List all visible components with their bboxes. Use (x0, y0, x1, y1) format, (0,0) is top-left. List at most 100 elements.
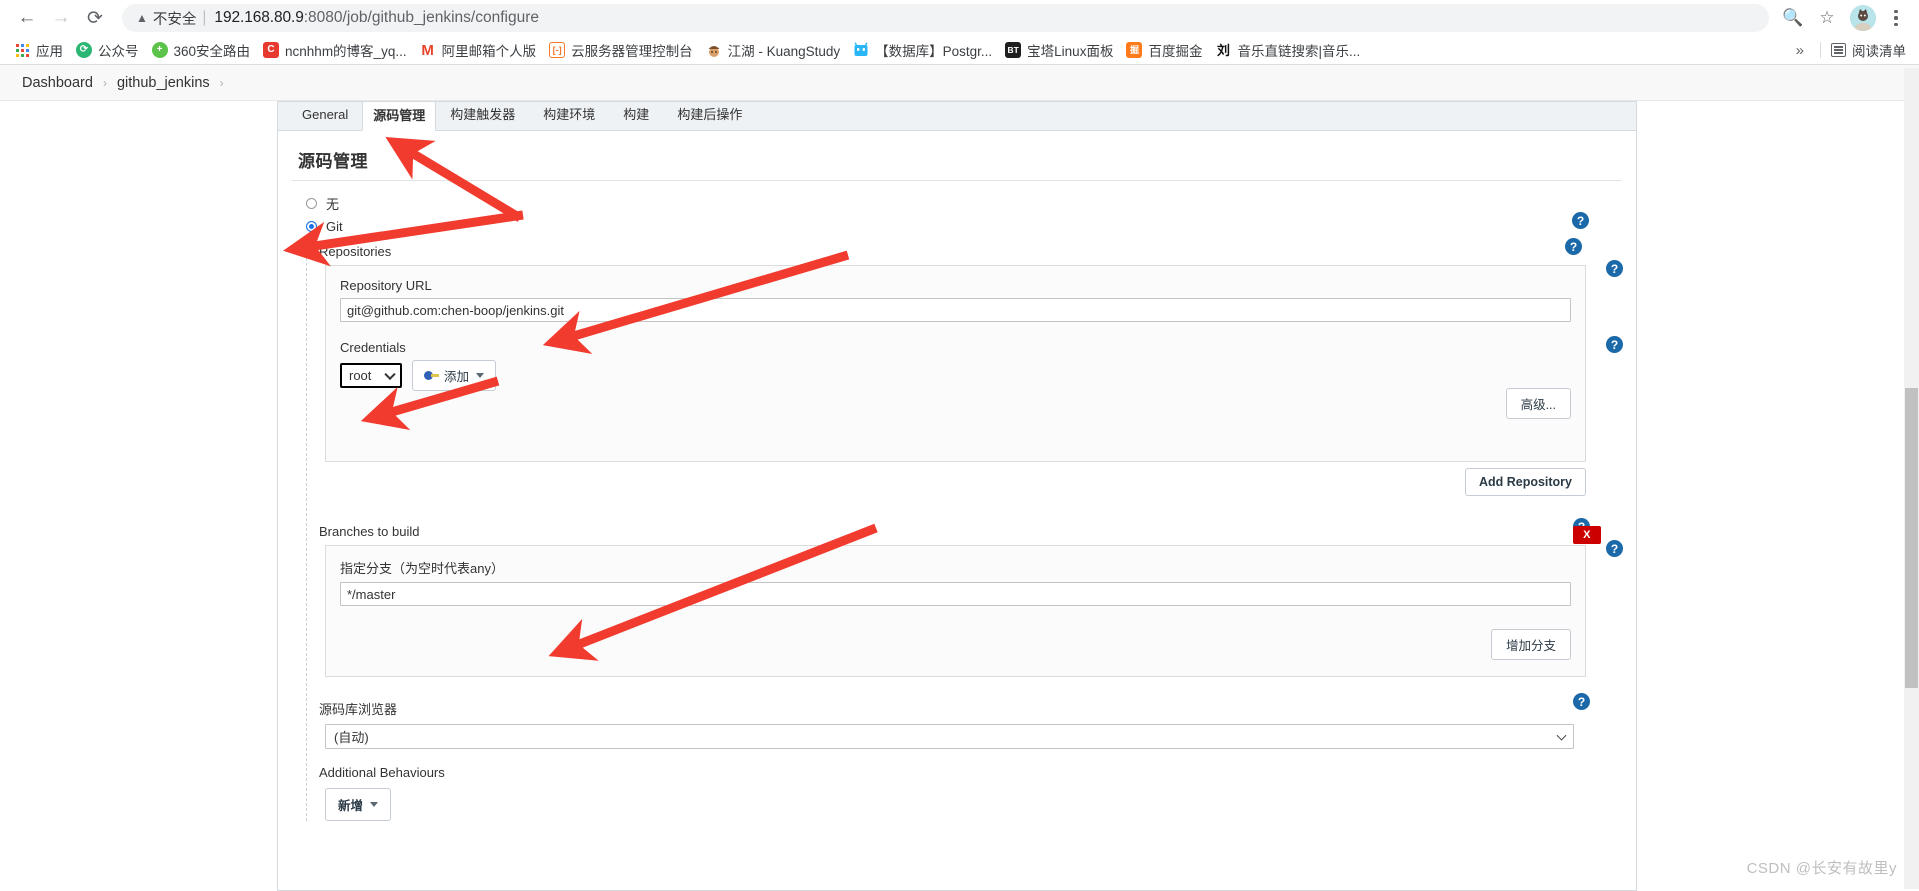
bookmark-csdn-blog[interactable]: C ncnhhm的博客_yq... (258, 38, 415, 62)
url-host: 192.168.80.9 (214, 9, 304, 26)
jenkins-page: Dashboard › github_jenkins › General 源码管… (0, 65, 1919, 891)
omnibox-divider: | (202, 9, 207, 26)
watermark: CSDN @长安有故里y (1746, 860, 1897, 877)
add-branch-label: 增加分支 (1505, 639, 1556, 653)
branches-label: Branches to build (319, 524, 420, 539)
bookmark-label: 音乐直链搜索|音乐... (1237, 44, 1361, 59)
help-icon-credentials[interactable]: ? (1606, 336, 1623, 353)
bookmark-label: 360安全路由 (173, 44, 251, 59)
add-behaviour-label: 新增 (338, 799, 364, 813)
advanced-button[interactable]: 高级... (1505, 388, 1571, 419)
repository-browser-label: 源码库浏览器 (319, 702, 398, 717)
tab-general[interactable]: General (288, 100, 362, 130)
credentials-label: Credentials (340, 340, 406, 355)
bookmark-wechat[interactable]: ⟳ 公众号 (71, 38, 147, 62)
reload-icon[interactable]: ⟳ (78, 1, 112, 35)
config-tabbar: General 源码管理 构建触发器 构建环境 构建 构建后操作 (277, 101, 1637, 131)
radio-git-icon[interactable] (306, 221, 317, 232)
bookmark-music-search[interactable]: 刘 音乐直链搜索|音乐... (1210, 38, 1368, 62)
avatar-cat-image (1850, 5, 1876, 31)
wechat-icon: ⟳ (76, 42, 92, 58)
help-icon-repository-browser[interactable]: ? (1573, 693, 1590, 710)
reading-list-icon (1831, 43, 1846, 57)
zoom-out-icon[interactable]: 🔍 (1777, 2, 1809, 34)
scm-option-none[interactable]: 无 (278, 191, 1636, 216)
add-credentials-button[interactable]: 添加 (412, 360, 497, 391)
star-icon[interactable]: ☆ (1811, 2, 1843, 34)
caret-down-icon (476, 373, 485, 378)
apps-grid-icon (14, 42, 30, 58)
help-icon-branch-specifier[interactable]: ? (1606, 540, 1623, 557)
additional-behaviours-actions: 新增 (315, 786, 1636, 821)
bookmark-360-router[interactable]: + 360安全路由 (147, 38, 259, 62)
repositories-label: Repositories (319, 244, 392, 259)
bookmark-kuangstudy[interactable]: 江湖 - KuangStudy (701, 38, 849, 62)
help-icon-repositories[interactable]: ? (1565, 238, 1582, 255)
tab-build-environment[interactable]: 构建环境 (529, 100, 609, 130)
scm-form: 源码管理 无 Git ? Repositories ? Repository U… (277, 131, 1637, 891)
help-icon-git[interactable]: ? (1572, 212, 1589, 229)
bookmark-juejin[interactable]: 掘 百度掘金 (1121, 38, 1210, 62)
bookmark-label: 江湖 - KuangStudy (727, 44, 841, 59)
kebab-menu-icon[interactable] (1883, 2, 1909, 34)
page-scrollbar-track[interactable] (1904, 68, 1919, 889)
toolbar-actions: 🔍 ☆ (1777, 2, 1909, 34)
credentials-selected-value: root (349, 368, 372, 383)
tab-post-build-actions[interactable]: 构建后操作 (663, 100, 756, 130)
reading-list-button[interactable]: 阅读清单 (1831, 40, 1906, 60)
bookmark-aliyun-mail[interactable]: M 阿里邮箱个人版 (415, 38, 545, 62)
kuangstudy-icon (706, 42, 722, 58)
tab-build[interactable]: 构建 (609, 100, 663, 130)
repository-url-input[interactable] (340, 298, 1571, 322)
delete-branch-badge[interactable]: X (1573, 526, 1601, 544)
database-glyph (854, 42, 868, 56)
bookmark-bt-panel[interactable]: BT 宝塔Linux面板 (1000, 38, 1121, 62)
add-branch-button[interactable]: 增加分支 (1490, 629, 1571, 660)
tab-build-triggers[interactable]: 构建触发器 (436, 100, 529, 130)
breadcrumb-dashboard[interactable]: Dashboard (16, 75, 99, 91)
scm-option-label: Git (326, 219, 343, 234)
address-bar[interactable]: ▲ 不安全 | 192.168.80.9:8080/job/github_jen… (122, 4, 1769, 32)
scm-option-git[interactable]: Git ? (278, 212, 1636, 238)
tab-source-code-management[interactable]: 源码管理 (362, 101, 437, 131)
breadcrumb-job[interactable]: github_jenkins (111, 75, 216, 91)
repository-browser-value: (自动) (334, 730, 369, 745)
branch-specifier-input[interactable] (340, 582, 1571, 606)
repository-browser-select[interactable]: (自动) (325, 724, 1574, 749)
git-scm-block: Repositories ? Repository URL ? Credenti… (306, 238, 1636, 821)
page-title: 源码管理 (298, 152, 368, 171)
bookmark-label: 云服务器管理控制台 (571, 44, 693, 59)
repository-browser-block: 源码库浏览器 ? (自动) (315, 693, 1636, 749)
bt-panel-icon: BT (1005, 42, 1022, 58)
bookmark-label: 公众号 (98, 44, 139, 59)
juejin-icon: 掘 (1126, 42, 1143, 58)
database-icon (853, 42, 869, 58)
browser-toolbar: ← → ⟳ ▲ 不安全 | 192.168.80.9:8080/job/gith… (0, 0, 1919, 36)
bookmarks-overflow-icon[interactable]: » (1790, 42, 1810, 59)
add-repository-button[interactable]: Add Repository (1464, 468, 1586, 496)
credentials-select[interactable]: root (340, 363, 402, 388)
bookmark-label: 【数据库】Postgr... (875, 44, 993, 59)
url-path: :8080/job/github_jenkins/configure (303, 9, 539, 26)
kuangstudy-avatar (708, 46, 720, 57)
repository-url-label: Repository URL (340, 278, 432, 293)
bookmarks-overflow-area: » 阅读清单 (1790, 40, 1910, 60)
add-repository-row: Add Repository (315, 462, 1636, 504)
scm-option-label: 无 (326, 197, 340, 212)
title-divider (292, 180, 1622, 181)
csdn-icon: C (263, 42, 280, 58)
bookmark-cloud-console[interactable]: [-] 云服务器管理控制台 (544, 38, 701, 62)
help-icon-repository-url[interactable]: ? (1606, 260, 1623, 277)
avatar-icon[interactable] (1850, 5, 1876, 31)
advanced-label: 高级... (1520, 398, 1556, 412)
bookmark-postgres-db[interactable]: 【数据库】Postgr... (848, 38, 1000, 62)
key-icon (424, 371, 439, 380)
bookmark-apps[interactable]: 应用 (9, 38, 71, 62)
radio-none-icon[interactable] (306, 198, 317, 209)
add-behaviour-button[interactable]: 新增 (325, 788, 392, 821)
forward-arrow-icon[interactable]: → (44, 1, 78, 35)
page-scrollbar-thumb[interactable] (1905, 388, 1918, 688)
bookmark-label: 百度掘金 (1148, 44, 1203, 59)
360-icon: + (151, 42, 168, 58)
back-arrow-icon[interactable]: ← (10, 1, 44, 35)
